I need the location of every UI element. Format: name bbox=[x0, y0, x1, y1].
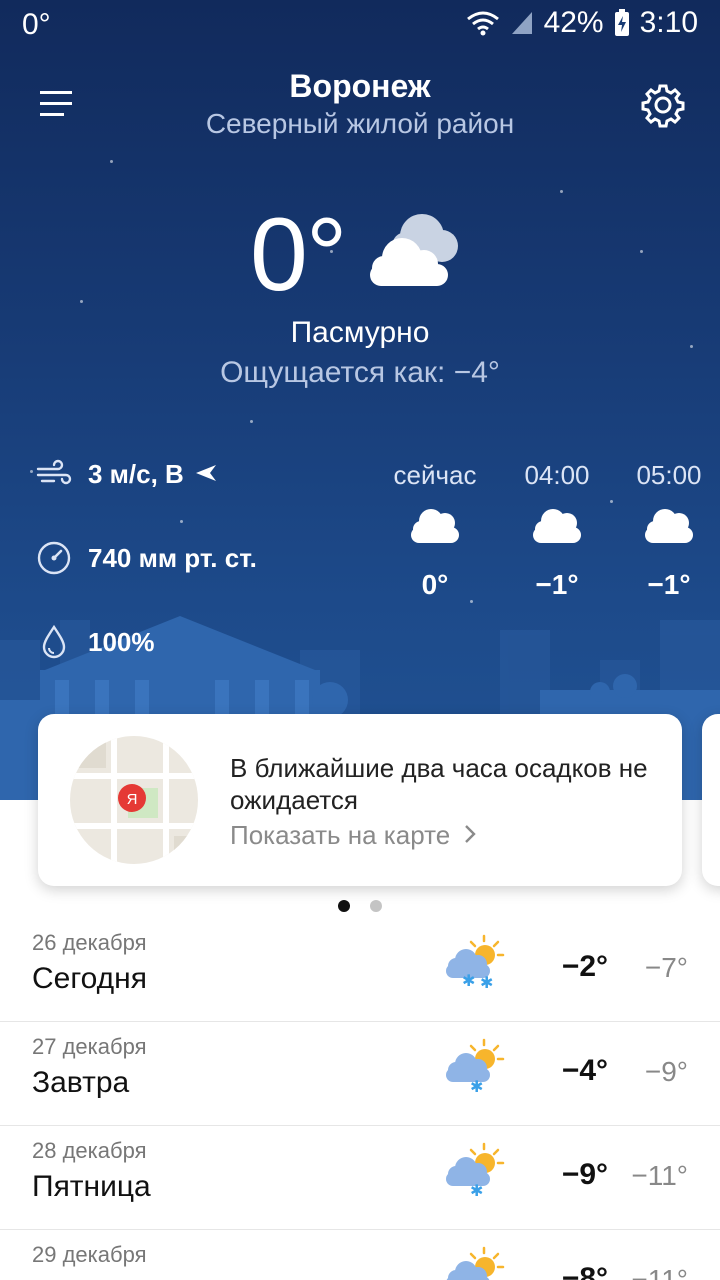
battery-charging-icon bbox=[614, 9, 630, 37]
hour-temperature: −1° bbox=[535, 569, 579, 600]
hour-temperature: −1° bbox=[647, 569, 691, 600]
svg-text:✱: ✱ bbox=[470, 1181, 483, 1200]
wind-value: 3 м/с, В bbox=[88, 458, 184, 489]
pager-dot-1[interactable] bbox=[338, 900, 350, 912]
cellular-signal-icon bbox=[510, 10, 534, 36]
partly-cloudy-snow-icon: ✱ bbox=[440, 1138, 510, 1213]
pressure-gauge-icon bbox=[34, 538, 74, 578]
forecast-date: 26 декабря bbox=[32, 930, 147, 955]
hourly-item[interactable]: 04:00 −1° bbox=[502, 460, 612, 601]
wind-icon bbox=[34, 454, 74, 494]
svg-text:✱: ✱ bbox=[470, 1077, 483, 1096]
forecast-day-name: Пятница bbox=[32, 1170, 151, 1203]
forecast-day-name: Сегодня bbox=[32, 962, 147, 995]
next-card-peek[interactable] bbox=[702, 714, 720, 886]
forecast-day-row[interactable]: 28 декабря Пятница ✱ −9° −11° bbox=[0, 1126, 720, 1230]
wifi-icon bbox=[466, 10, 500, 36]
gear-icon bbox=[641, 84, 685, 128]
pressure-param: 740 мм рт. ст. bbox=[34, 538, 257, 578]
forecast-min-temp: −9° bbox=[644, 1056, 688, 1087]
chevron-right-icon bbox=[464, 820, 476, 851]
forecast-date: 29 декабря bbox=[32, 1242, 147, 1267]
forecast-day-name: Завтра bbox=[32, 1066, 130, 1099]
partly-cloudy-snow-icon: ✱ bbox=[440, 1034, 510, 1109]
forecast-max-temp: −4° bbox=[561, 1054, 608, 1087]
svg-text:✱: ✱ bbox=[480, 973, 493, 992]
pressure-value: 740 мм рт. ст. bbox=[88, 542, 257, 573]
show-on-map-link[interactable]: Показать на карте bbox=[230, 820, 476, 851]
pager-dot-2[interactable] bbox=[370, 900, 382, 912]
status-time: 3:10 bbox=[639, 6, 698, 39]
show-on-map-label: Показать на карте bbox=[230, 820, 451, 850]
hour-time: 05:00 bbox=[636, 460, 702, 490]
forecast-min-temp: −11° bbox=[631, 1160, 688, 1191]
hour-time: сейчас bbox=[393, 460, 477, 490]
condition-text: Пасмурно bbox=[290, 316, 430, 349]
hourly-item[interactable]: сейчас 0° bbox=[380, 460, 490, 601]
forecast-date: 28 декабря bbox=[32, 1138, 147, 1163]
weather-hero: 0° 42% 3:10 Воронеж Северный жилой район bbox=[0, 0, 720, 800]
forecast-min-temp: −7° bbox=[644, 952, 688, 983]
forecast-day-row[interactable]: 27 декабря Завтра ✱ −4° −9° bbox=[0, 1022, 720, 1126]
current-temperature: 0° bbox=[250, 197, 347, 313]
district-name[interactable]: Северный жилой район bbox=[0, 108, 720, 140]
forecast-max-temp: −2° bbox=[561, 950, 608, 983]
humidity-drop-icon bbox=[34, 622, 74, 662]
humidity-param: 100% bbox=[34, 622, 155, 662]
settings-button[interactable] bbox=[640, 82, 686, 128]
svg-text:✱: ✱ bbox=[462, 971, 475, 990]
feels-like-text: Ощущается как: −4° bbox=[220, 356, 500, 389]
hour-temperature: 0° bbox=[421, 569, 449, 600]
forecast-date: 27 декабря bbox=[32, 1034, 147, 1059]
wind-direction-icon bbox=[194, 459, 218, 490]
hour-time: 04:00 bbox=[524, 460, 590, 490]
forecast-day-row[interactable]: 29 декабря ✱ −8° −11° bbox=[0, 1230, 720, 1280]
map-thumbnail[interactable]: Я bbox=[70, 736, 198, 864]
precipitation-message: В ближайшие два часа осадков не ожидаетс… bbox=[230, 753, 648, 815]
cloud-icon bbox=[380, 499, 490, 563]
partly-cloudy-snow-icon: ✱ bbox=[440, 1242, 510, 1280]
battery-percentage: 42% bbox=[543, 6, 604, 39]
status-bar: 0° 42% 3:10 bbox=[0, 0, 720, 50]
forecast-max-temp: −8° bbox=[561, 1262, 608, 1280]
forecast-min-temp: −11° bbox=[631, 1264, 688, 1280]
humidity-value: 100% bbox=[88, 626, 155, 657]
hourly-item[interactable]: 05:00 −1° bbox=[614, 460, 720, 601]
status-temperature: 0° bbox=[22, 8, 51, 41]
cloud-icon bbox=[502, 499, 612, 563]
precipitation-card[interactable]: Я В ближайшие два часа осадков не ожидае… bbox=[38, 714, 682, 886]
city-name[interactable]: Воронеж bbox=[0, 68, 720, 105]
partly-cloudy-snow-icon: ✱ ✱ bbox=[440, 930, 510, 1005]
wind-param: 3 м/с, В bbox=[34, 454, 218, 494]
cloud-icon bbox=[614, 499, 720, 563]
forecast-max-temp: −9° bbox=[561, 1158, 608, 1191]
forecast-day-row[interactable]: 26 декабря Сегодня ✱ ✱ −2° −7° bbox=[0, 918, 720, 1022]
overcast-cloud-icon bbox=[362, 206, 462, 295]
carousel-pager bbox=[0, 900, 720, 912]
map-pin-label: Я bbox=[127, 791, 138, 808]
